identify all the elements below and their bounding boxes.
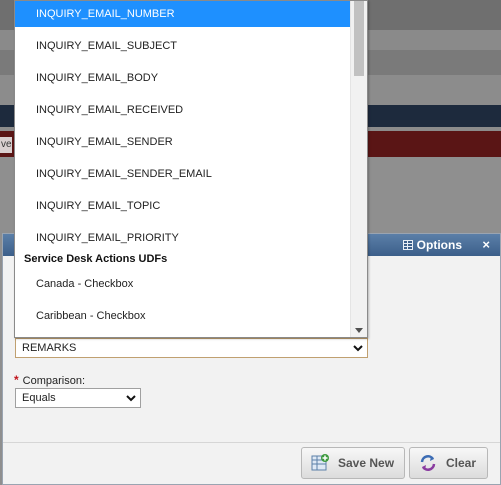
close-icon[interactable]: ×: [482, 237, 490, 252]
dropdown-options: INQUIRY_EMAIL_NUMBER INQUIRY_EMAIL_SUBJE…: [15, 1, 351, 335]
dropdown-option[interactable]: INQUIRY_EMAIL_SENDER: [15, 129, 351, 161]
chevron-down-icon: [126, 395, 136, 402]
dropdown-group-header: Service Desk Actions UDFs: [24, 253, 168, 265]
comparison-select[interactable]: Equals: [15, 388, 141, 408]
options-label: Options: [416, 238, 462, 252]
save-new-label: Save New: [338, 456, 395, 470]
add-table-icon: [311, 454, 329, 471]
save-new-button[interactable]: Save New: [301, 447, 405, 479]
scroll-down-icon[interactable]: [355, 328, 363, 333]
dropdown-option[interactable]: INQUIRY_EMAIL_TOPIC: [15, 193, 351, 225]
field-select[interactable]: REMARKS: [15, 338, 368, 358]
field-dropdown-list[interactable]: INQUIRY_EMAIL_NUMBER INQUIRY_EMAIL_SUBJE…: [14, 0, 368, 338]
clear-button[interactable]: Clear: [409, 447, 488, 479]
dropdown-option[interactable]: Canada - Checkbox: [15, 271, 351, 303]
dropdown-option-selected[interactable]: INQUIRY_EMAIL_NUMBER: [15, 1, 351, 27]
dropdown-scrollbar[interactable]: [350, 1, 367, 337]
footer-divider: [3, 442, 500, 443]
comparison-select-value: Equals: [22, 392, 56, 404]
dropdown-option[interactable]: INQUIRY_EMAIL_SENDER_EMAIL: [15, 161, 351, 193]
comparison-label: * Comparison:: [14, 373, 85, 387]
options-button[interactable]: Options: [402, 238, 462, 252]
dropdown-option[interactable]: INQUIRY_EMAIL_SUBJECT: [15, 33, 351, 65]
clear-label: Clear: [446, 456, 477, 470]
required-marker: *: [14, 373, 19, 387]
scrollbar-thumb[interactable]: [354, 1, 364, 76]
background-partial-text: ve: [0, 137, 12, 153]
chevron-down-icon: [353, 345, 363, 352]
comparison-label-text: Comparison:: [22, 375, 86, 387]
refresh-icon: [420, 455, 436, 471]
dropdown-option[interactable]: Caribbean - Checkbox: [15, 303, 351, 335]
grid-icon: [402, 240, 413, 250]
field-select-value: REMARKS: [22, 342, 77, 354]
dropdown-option[interactable]: INQUIRY_EMAIL_BODY: [15, 65, 351, 97]
dropdown-option[interactable]: INQUIRY_EMAIL_RECEIVED: [15, 97, 351, 129]
